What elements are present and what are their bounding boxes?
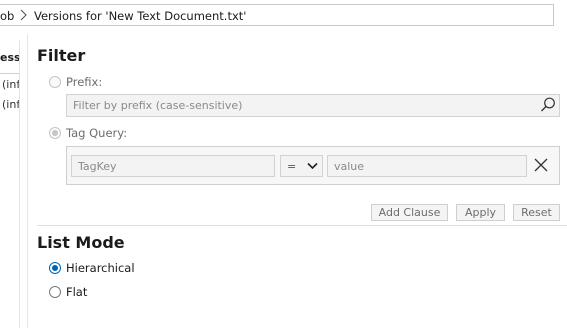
versions-list: ess (inf (inf bbox=[0, 40, 20, 328]
tag-query-label: Tag Query: bbox=[66, 126, 128, 140]
tag-key-input[interactable]: TagKey bbox=[71, 155, 275, 177]
breadcrumb: ob Versions for 'New Text Document.txt' bbox=[0, 4, 554, 26]
list-mode-title: List Mode bbox=[37, 233, 125, 252]
tag-value-placeholder: value bbox=[334, 160, 365, 173]
panel-divider[interactable] bbox=[27, 34, 28, 328]
apply-button[interactable]: Apply bbox=[456, 204, 505, 221]
chevron-down-icon bbox=[307, 162, 318, 170]
list-item[interactable]: (inf bbox=[2, 98, 19, 111]
column-header[interactable]: ess bbox=[0, 40, 19, 74]
chevron-right-icon bbox=[20, 9, 27, 21]
prefix-radio[interactable] bbox=[49, 76, 61, 88]
breadcrumb-parent[interactable]: ob bbox=[0, 9, 14, 23]
search-icon[interactable] bbox=[539, 96, 557, 114]
filter-title: Filter bbox=[37, 46, 86, 65]
prefix-input[interactable]: Filter by prefix (case-sensitive) bbox=[66, 94, 560, 117]
tag-value-input[interactable]: value bbox=[327, 155, 527, 177]
flat-radio[interactable] bbox=[49, 286, 61, 298]
close-icon[interactable] bbox=[532, 156, 550, 174]
prefix-placeholder: Filter by prefix (case-sensitive) bbox=[73, 99, 243, 112]
reset-button[interactable]: Reset bbox=[513, 204, 560, 221]
breadcrumb-current: Versions for 'New Text Document.txt' bbox=[34, 9, 247, 23]
operator-value: = bbox=[287, 160, 297, 173]
tag-query-radio[interactable] bbox=[49, 127, 61, 139]
list-item[interactable]: (inf bbox=[2, 78, 19, 91]
operator-select[interactable]: = bbox=[280, 155, 323, 177]
tag-key-placeholder: TagKey bbox=[78, 160, 117, 173]
prefix-label: Prefix: bbox=[66, 75, 103, 89]
hierarchical-label[interactable]: Hierarchical bbox=[66, 261, 135, 275]
hierarchical-radio[interactable] bbox=[49, 262, 61, 274]
add-clause-button[interactable]: Add Clause bbox=[371, 204, 448, 221]
flat-label[interactable]: Flat bbox=[66, 285, 87, 299]
section-divider bbox=[37, 225, 567, 226]
